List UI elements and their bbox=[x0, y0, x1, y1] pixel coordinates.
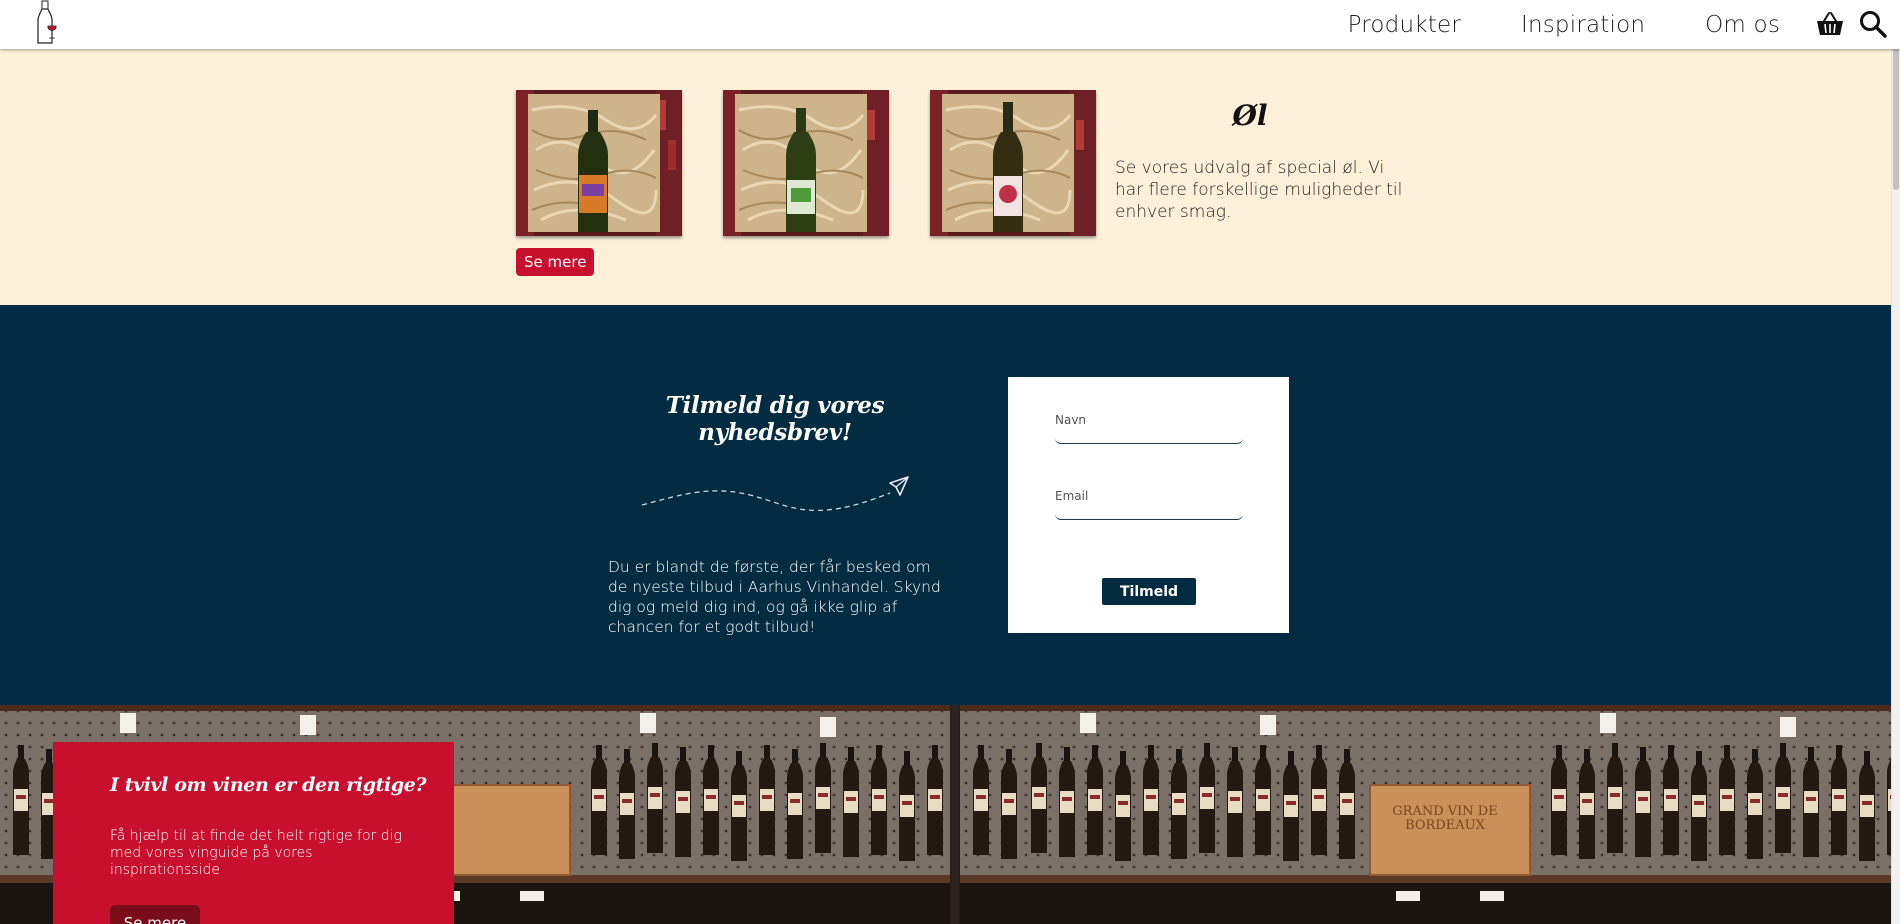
beer-section-description: Se vores udvalg af special øl. Vi har fl… bbox=[1115, 158, 1403, 222]
nav-inspiration[interactable]: Inspiration bbox=[1521, 12, 1645, 38]
nav-produkter[interactable]: Produkter bbox=[1348, 12, 1461, 38]
wine-guide-see-more-button[interactable]: Se mere bbox=[110, 905, 200, 924]
main-nav: Produkter Inspiration Om os bbox=[1288, 0, 1780, 49]
beer-section-title: Øl bbox=[1232, 99, 1268, 132]
subscribe-button[interactable]: Tilmeld bbox=[1102, 578, 1196, 605]
beer-see-more-button[interactable]: Se mere bbox=[516, 248, 595, 276]
paper-plane-icon bbox=[640, 465, 920, 520]
newsletter-section: Tilmeld dig vores nyhedsbrev! Du er blan… bbox=[0, 305, 1900, 705]
shopping-basket-icon[interactable] bbox=[1815, 10, 1845, 38]
newsletter-title: Tilmeld dig vores nyhedsbrev! bbox=[665, 392, 885, 446]
wine-guide-section: GRAND VIN DE BORDEAUX I tvivl om vinen e… bbox=[0, 705, 1900, 924]
wine-guide-description: Få hjælp til at finde det helt rigtige f… bbox=[110, 828, 402, 878]
beer-section: Se mere Øl Se vores udvalg af special øl… bbox=[0, 49, 1900, 305]
beer-product-image[interactable] bbox=[723, 90, 889, 236]
email-field[interactable] bbox=[1055, 498, 1243, 520]
scrollbar-thumb[interactable] bbox=[1893, 30, 1899, 190]
wine-guide-card: I tvivl om vinen er den rigtige? Få hjæl… bbox=[53, 742, 454, 924]
wine-guide-title: I tvivl om vinen er den rigtige? bbox=[110, 774, 427, 796]
beer-product-image[interactable] bbox=[516, 90, 682, 236]
beer-product-image[interactable] bbox=[930, 90, 1096, 236]
shelf-crate-sign: GRAND VIN DE BORDEAUX bbox=[1392, 804, 1498, 833]
search-icon[interactable] bbox=[1858, 9, 1888, 39]
newsletter-form: Navn Email Tilmeld bbox=[1008, 377, 1289, 633]
name-field[interactable] bbox=[1055, 422, 1243, 444]
wine-bottle-glass-icon[interactable] bbox=[32, 0, 62, 46]
page-scrollbar[interactable] bbox=[1891, 0, 1900, 924]
newsletter-description: Du er blandt de første, der får besked o… bbox=[608, 558, 941, 636]
site-header: Produkter Inspiration Om os bbox=[0, 0, 1900, 49]
nav-om-os[interactable]: Om os bbox=[1705, 12, 1780, 38]
